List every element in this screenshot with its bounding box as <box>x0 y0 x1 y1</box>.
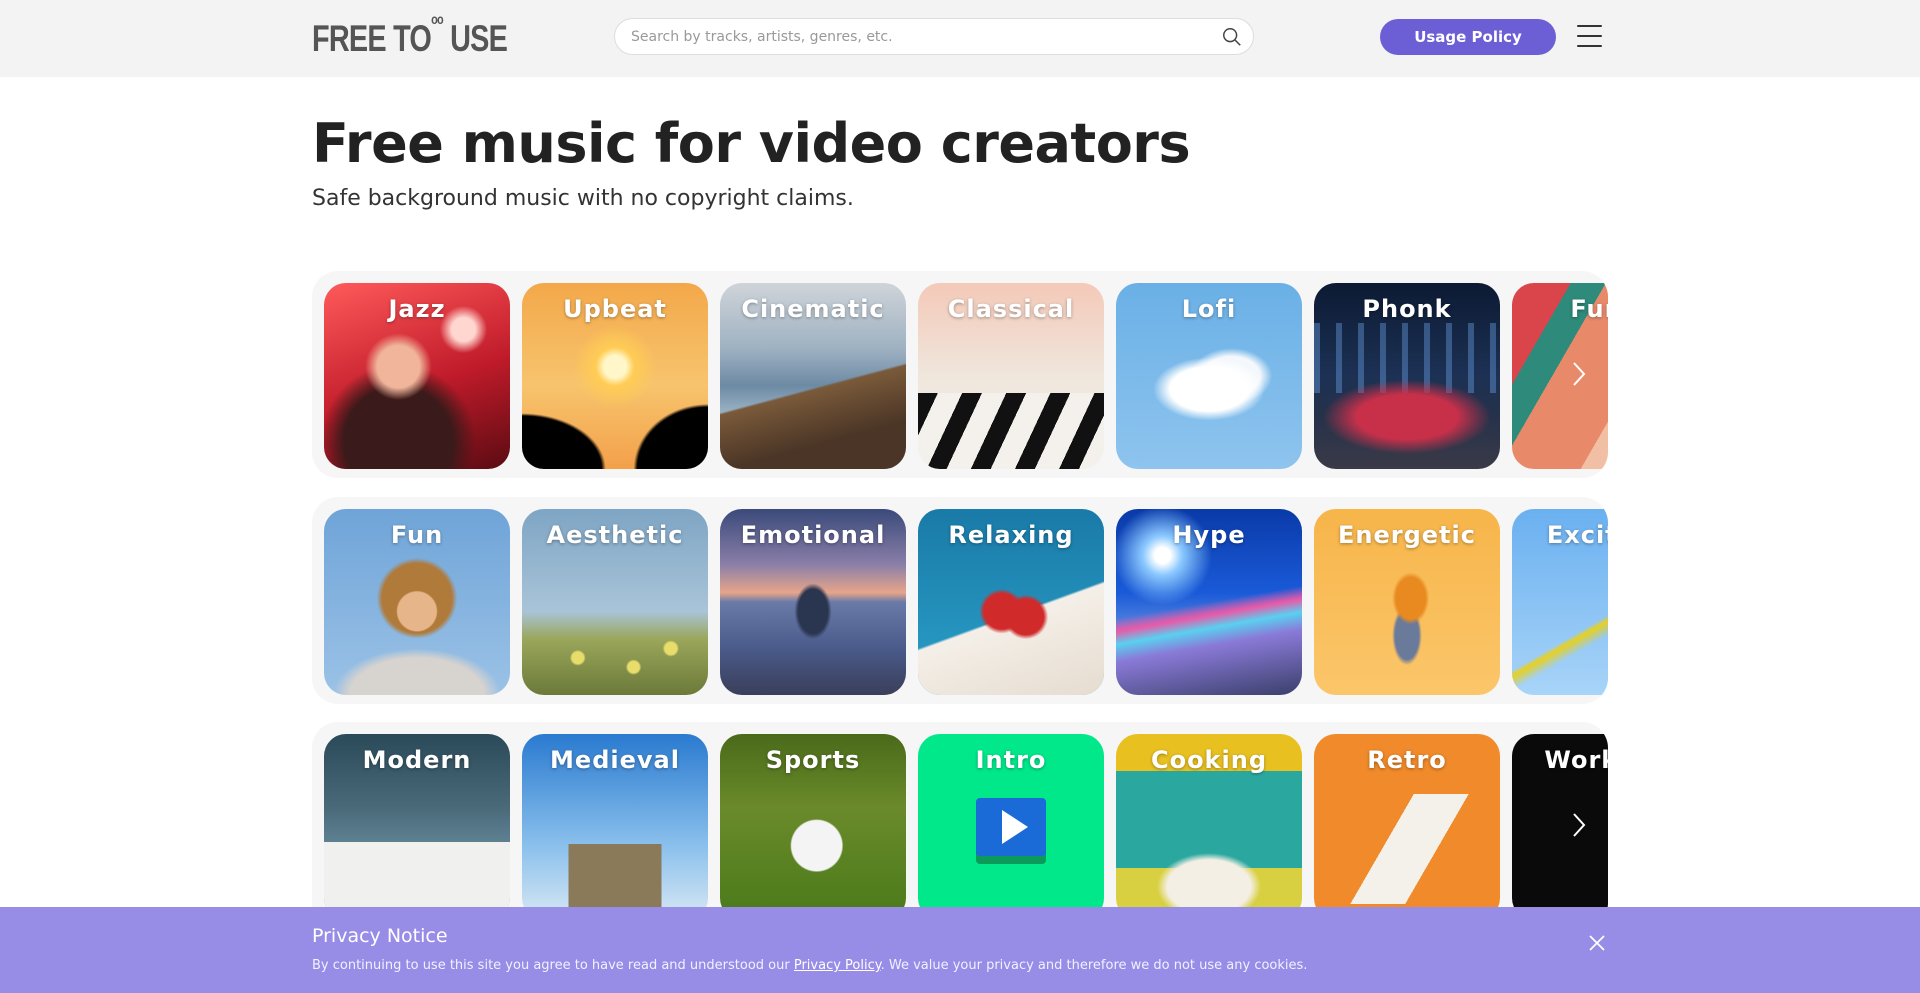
privacy-notice-banner: Privacy Notice By continuing to use this… <box>0 907 1920 993</box>
tile-label: Sports <box>765 746 861 774</box>
tile-workout[interactable]: Workout <box>1512 734 1608 920</box>
tile-label: Aesthetic <box>546 521 684 549</box>
tile-label: Lofi <box>1181 295 1237 323</box>
tile-upbeat[interactable]: Upbeat <box>522 283 708 469</box>
close-icon[interactable] <box>1588 934 1606 952</box>
tile-label: Workout <box>1544 746 1608 774</box>
genre-row-3: Modern Medieval Sports Intro Cooking Ret… <box>312 722 1608 929</box>
chevron-right-icon[interactable] <box>1568 359 1590 389</box>
tile-energetic[interactable]: Energetic <box>1314 509 1500 695</box>
privacy-text-before: By continuing to use this site you agree… <box>312 958 794 973</box>
tile-medieval[interactable]: Medieval <box>522 734 708 920</box>
logo-text-end: USE <box>450 18 508 59</box>
tile-label: Jazz <box>388 295 446 323</box>
tile-lofi[interactable]: Lofi <box>1116 283 1302 469</box>
privacy-text-after: . We value your privacy and therefore we… <box>880 958 1308 973</box>
privacy-policy-link[interactable]: Privacy Policy <box>794 958 881 973</box>
tile-label: Upbeat <box>563 295 667 323</box>
search-input[interactable] <box>631 19 1201 54</box>
tile-hype[interactable]: Hype <box>1116 509 1302 695</box>
tile-label: Modern <box>362 746 472 774</box>
tile-intro[interactable]: Intro <box>918 734 1104 920</box>
tile-label: Phonk <box>1362 295 1452 323</box>
search-bar <box>614 18 1254 55</box>
tile-label: Intro <box>975 746 1047 774</box>
logo-text: FREE TO <box>312 18 432 59</box>
tile-cinematic[interactable]: Cinematic <box>720 283 906 469</box>
usage-policy-button[interactable]: Usage Policy <box>1380 19 1556 55</box>
tile-relaxing[interactable]: Relaxing <box>918 509 1104 695</box>
logo-sup: oo <box>431 10 444 27</box>
tile-fun[interactable]: Fun <box>324 509 510 695</box>
tile-label: Funk <box>1570 295 1608 323</box>
tile-label: Emotional <box>740 521 886 549</box>
privacy-notice-title: Privacy Notice <box>312 925 448 947</box>
genre-row-2: Fun Aesthetic Emotional Relaxing Hype En… <box>312 497 1608 704</box>
tile-modern[interactable]: Modern <box>324 734 510 920</box>
tile-emotional[interactable]: Emotional <box>720 509 906 695</box>
tile-label: Cooking <box>1150 746 1268 774</box>
tile-label: Retro <box>1367 746 1447 774</box>
tile-exciting[interactable]: Exciting <box>1512 509 1608 695</box>
chevron-right-icon[interactable] <box>1568 810 1590 840</box>
tile-jazz[interactable]: Jazz <box>324 283 510 469</box>
tile-funk[interactable]: Funk <box>1512 283 1608 469</box>
site-logo[interactable]: FREE TOoo USE <box>312 11 508 59</box>
page-title: Free music for video creators <box>312 112 1191 175</box>
tile-label: Cinematic <box>741 295 885 323</box>
tile-phonk[interactable]: Phonk <box>1314 283 1500 469</box>
tile-label: Hype <box>1172 521 1246 549</box>
play-icon <box>976 798 1046 864</box>
hamburger-menu-icon[interactable] <box>1577 25 1602 47</box>
tile-label: Relaxing <box>948 521 1074 549</box>
tile-sports[interactable]: Sports <box>720 734 906 920</box>
genre-row-1: Jazz Upbeat Cinematic Classical Lofi Pho… <box>312 271 1608 478</box>
tile-retro[interactable]: Retro <box>1314 734 1500 920</box>
tile-aesthetic[interactable]: Aesthetic <box>522 509 708 695</box>
tile-label: Exciting <box>1546 521 1608 549</box>
site-header: FREE TOoo USE Usage Policy <box>0 0 1920 77</box>
search-icon[interactable] <box>1221 26 1243 48</box>
tile-label: Classical <box>947 295 1075 323</box>
tile-classical[interactable]: Classical <box>918 283 1104 469</box>
privacy-notice-text: By continuing to use this site you agree… <box>312 958 1307 973</box>
tile-cooking[interactable]: Cooking <box>1116 734 1302 920</box>
tile-label: Medieval <box>550 746 680 774</box>
tile-label: Fun <box>390 521 444 549</box>
tile-label: Energetic <box>1338 521 1476 549</box>
page-subtitle: Safe background music with no copyright … <box>312 186 854 211</box>
